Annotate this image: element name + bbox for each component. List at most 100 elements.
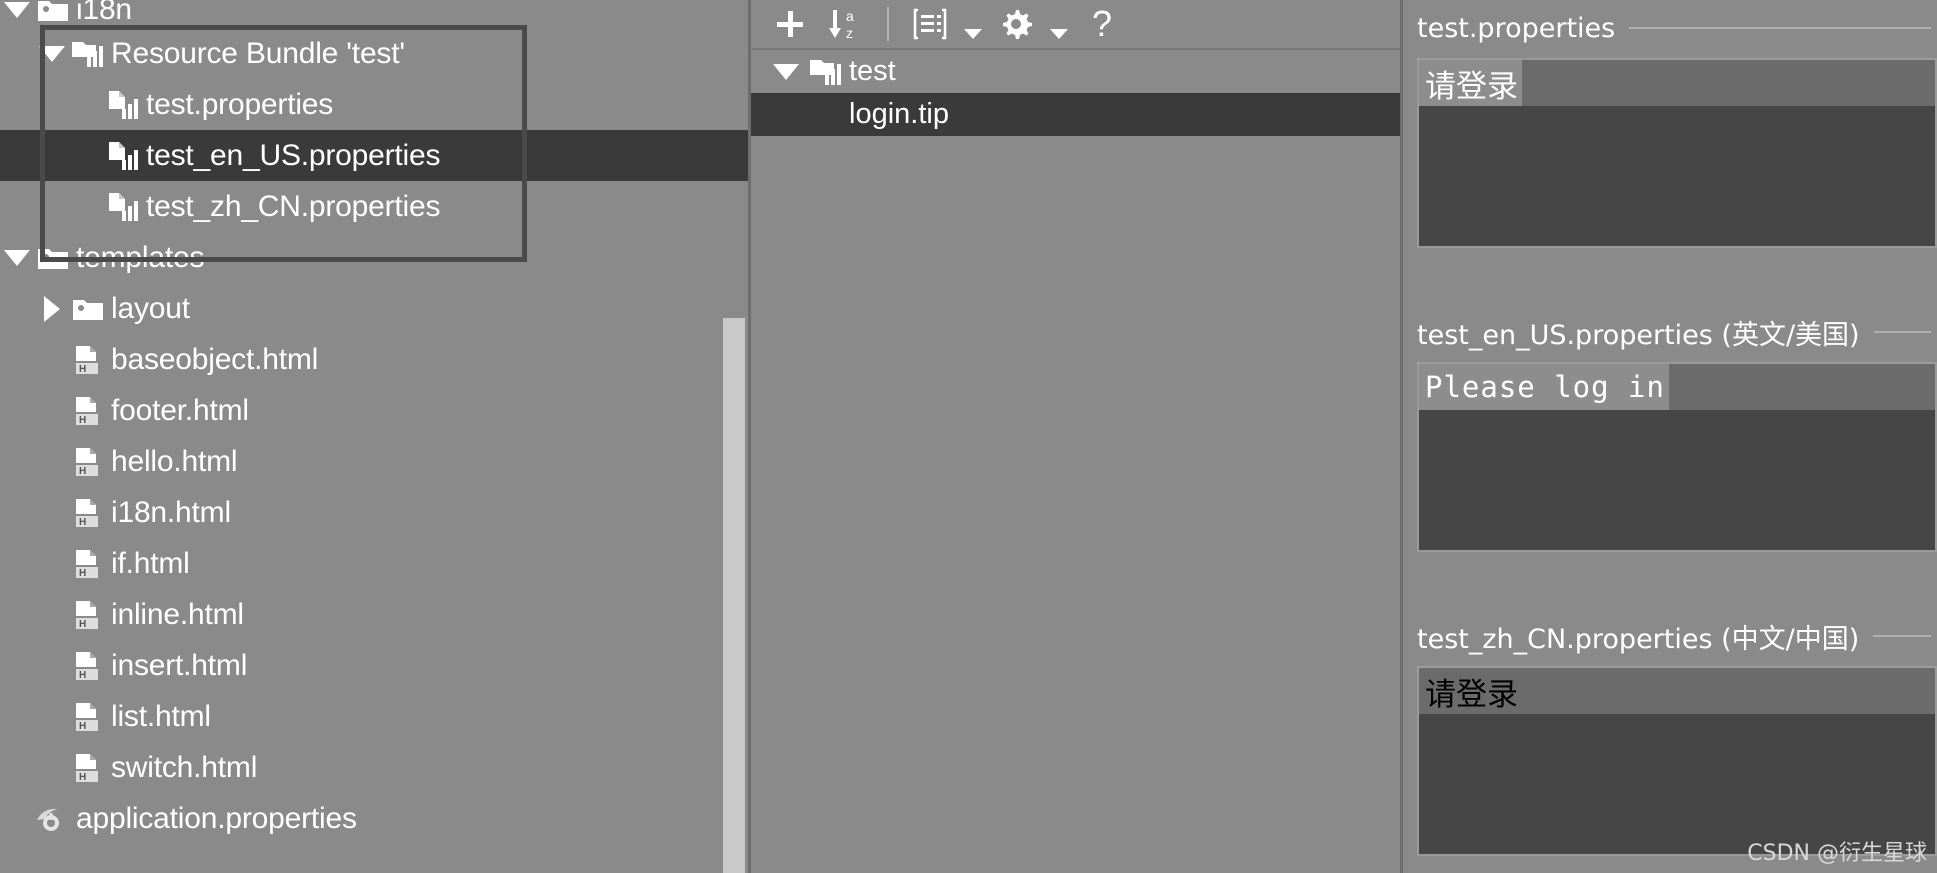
project-tree-row-label: inline.html [111,597,244,631]
project-tree-row[interactable]: test_zh_CN.properties [0,181,748,232]
locale-value-text: 请登录 [1425,676,1518,713]
project-tree-row[interactable]: Hswitch.html [0,742,748,793]
project-tree-row-label: test_en_US.properties [146,138,441,172]
editor-caret-line[interactable]: Please log in [1419,364,1935,410]
csdn-watermark: CSDN @衍生星球 [1747,841,1927,866]
project-tree-row[interactable]: Hif.html [0,538,748,589]
settings-dropdown-button[interactable] [1047,1,1071,47]
resource-bundle-key-tree[interactable]: test login.tip [751,50,1400,873]
project-tree-row[interactable]: Hinsert.html [0,640,748,691]
editor-caret-line[interactable]: 请登录 [1419,60,1935,106]
html-file-icon: H [69,497,107,529]
toolbar-separator [887,7,889,41]
svg-text:H: H [79,721,86,732]
section-divider-rule [1873,331,1931,333]
section-divider-rule [1873,635,1931,637]
default-locale-editor: test.properties 请登录 [1417,6,1937,248]
svg-text:H: H [79,772,86,783]
project-tree-row[interactable]: Hbaseobject.html [0,334,748,385]
locale-section-title-row: test.properties [1417,6,1937,50]
project-tree-row-label: templates [76,240,205,274]
locale-value-textarea[interactable]: Please log in [1417,362,1937,552]
html-file-icon: H [69,446,107,478]
project-tree-row[interactable]: Hi18n.html [0,487,748,538]
project-tree-row-label: application.properties [76,801,357,835]
expand-arrow-down-icon[interactable] [0,2,34,18]
chevron-down-icon [964,29,982,39]
locale-value-textarea[interactable]: 请登录 [1417,666,1937,856]
project-tree-row-label: test.properties [146,87,334,121]
project-tree-row[interactable]: templates [0,232,748,283]
bundle-key-label: login.tip [849,98,949,130]
resource-bundle-icon [69,38,107,70]
project-scrollbar-thumb[interactable] [723,318,745,873]
locale-section-title: test_en_US.properties (英文/美国) [1417,319,1860,351]
project-tree-row[interactable]: Hinline.html [0,589,748,640]
project-tree-row-label: if.html [111,546,190,580]
help-button[interactable]: ? [1077,1,1127,47]
project-tree-row-label: i18n.html [111,495,231,529]
en-us-locale-editor: test_en_US.properties (英文/美国) Please log … [1417,310,1937,552]
project-tree-row-label: hello.html [111,444,238,478]
ide-resource-bundle-screen: i18n Resource Bundle 'test' test.propertie… [0,0,1937,873]
svg-text:H: H [79,517,86,528]
locale-section-title-row: test_en_US.properties (英文/美国) [1417,310,1937,354]
html-file-icon: H [69,344,107,376]
group-keys-button[interactable] [905,1,955,47]
zh-cn-locale-editor: test_zh_CN.properties (中文/中国) 请登录 [1417,614,1937,856]
resource-bundle-icon [807,56,845,88]
project-tree-row-label: footer.html [111,393,249,427]
translation-editors-panel: test.properties 请登录 test_en_US.properties … [1400,0,1937,873]
folder-icon [69,295,107,323]
project-tree-row[interactable]: layout [0,283,748,334]
settings-button[interactable] [991,1,1041,47]
expand-arrow-down-icon[interactable] [0,249,34,266]
project-tree-row[interactable]: Hfooter.html [0,385,748,436]
locale-value-text: Please log in [1419,364,1669,410]
expand-arrow-down-icon[interactable] [35,45,69,62]
bundle-key-row-selected[interactable]: login.tip [751,93,1400,136]
folder-icon [34,244,72,272]
properties-file-icon [104,89,142,121]
project-tree-row[interactable]: test_en_US.properties [0,130,748,181]
project-scrollbar-track[interactable] [723,0,745,873]
spring-properties-icon [34,804,72,834]
html-file-icon: H [69,395,107,427]
editor-caret-line[interactable]: 请登录 [1419,668,1935,714]
locale-section-title-row: test_zh_CN.properties (中文/中国) [1417,614,1937,658]
locale-value-text: 请登录 [1419,60,1522,106]
locale-value-textarea[interactable]: 请登录 [1417,58,1937,248]
resource-bundle-toolbar: a z ? [751,0,1400,50]
folder-icon [34,0,72,24]
sort-alphabetically-button[interactable]: a z [821,1,871,47]
toolbar-overflow-button[interactable] [961,1,985,47]
project-tree-row[interactable]: test.properties [0,79,748,130]
project-tree-row-label: baseobject.html [111,342,319,376]
svg-text:H: H [79,568,86,579]
plus-icon [777,11,803,37]
html-file-icon: H [69,548,107,580]
project-tree-row-label: test_zh_CN.properties [146,189,441,223]
section-divider-rule [1629,27,1931,29]
chevron-down-icon [1050,29,1068,39]
project-tool-window[interactable]: i18n Resource Bundle 'test' test.propertie… [0,0,748,873]
properties-file-icon [104,140,142,172]
svg-text:z: z [846,25,853,41]
project-tree-row[interactable]: i18n [0,0,748,28]
svg-text:H: H [79,415,86,426]
project-tree-row[interactable]: Hlist.html [0,691,748,742]
project-tree-row-label: insert.html [111,648,248,682]
expand-arrow-right-icon[interactable] [35,295,69,322]
add-property-button[interactable] [765,1,815,47]
expand-arrow-down-icon[interactable] [765,63,807,80]
html-file-icon: H [69,599,107,631]
project-tree-row-label: switch.html [111,750,258,784]
project-tree-row[interactable]: Hhello.html [0,436,748,487]
html-file-icon: H [69,752,107,784]
bundle-key-label: test [849,55,896,87]
bundle-key-row[interactable]: test [751,50,1400,93]
project-tree-row[interactable]: application.properties [0,793,748,844]
project-tree-row-label: layout [111,291,190,325]
project-tree-row[interactable]: Resource Bundle 'test' [0,28,748,79]
tree-view-icon [913,8,947,40]
